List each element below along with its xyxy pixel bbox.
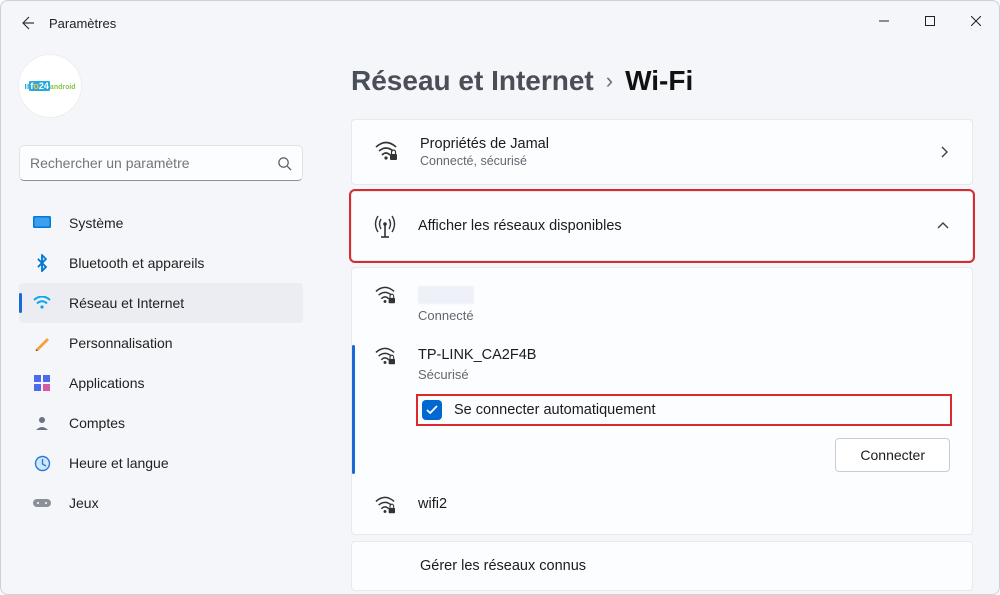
breadcrumb: Réseau et Internet › Wi-Fi (351, 65, 973, 97)
nav-item-gaming[interactable]: Jeux (19, 483, 303, 523)
card-title: Propriétés de Jamal (420, 136, 549, 152)
network-item-tplink[interactable]: TP-LINK_CA2F4B Sécurisé Se connecter aut… (352, 335, 972, 484)
auto-connect-checkbox[interactable] (422, 400, 442, 420)
nav-item-apps[interactable]: Applications (19, 363, 303, 403)
check-icon (426, 405, 438, 415)
arrow-left-icon (19, 15, 35, 31)
nav-label: Comptes (69, 415, 125, 431)
nav-item-bluetooth[interactable]: Bluetooth et appareils (19, 243, 303, 283)
network-status: Connecté (418, 308, 950, 323)
search-box[interactable] (19, 145, 303, 181)
nav-label: Réseau et Internet (69, 295, 184, 311)
wifi-secure-icon (374, 286, 396, 306)
available-networks-card[interactable]: Afficher les réseaux disponibles (351, 191, 973, 261)
apps-icon (33, 374, 51, 392)
card-title: Afficher les réseaux disponibles (418, 218, 622, 234)
nav-label: Personnalisation (69, 335, 173, 351)
wifi-secure-icon (374, 347, 396, 367)
settings-window: Paramètres ııfo24android (0, 0, 1000, 595)
auto-connect-label: Se connecter automatiquement (454, 402, 656, 418)
avatar: ııfo24android (19, 55, 81, 117)
nav-item-network[interactable]: Réseau et Internet (19, 283, 303, 323)
card-subtitle: Connecté, sécurisé (420, 154, 549, 168)
maximize-button[interactable] (907, 1, 953, 41)
known-networks-card[interactable]: Gérer les réseaux connus (351, 541, 973, 591)
close-button[interactable] (953, 1, 999, 41)
nav-item-accounts[interactable]: Comptes (19, 403, 303, 443)
window-title: Paramètres (49, 16, 116, 31)
wifi-secure-icon (374, 496, 396, 516)
network-name-redacted (418, 286, 474, 304)
network-name: wifi2 (418, 496, 950, 512)
brush-icon (33, 334, 51, 352)
minimize-button[interactable] (861, 1, 907, 41)
wifi-icon (33, 294, 51, 312)
nav-item-time-language[interactable]: Heure et langue (19, 443, 303, 483)
main-content: Réseau et Internet › Wi-Fi Propriétés de… (321, 45, 999, 594)
wifi-properties-card[interactable]: Propriétés de Jamal Connecté, sécurisé (351, 119, 973, 185)
network-status: Sécurisé (418, 367, 950, 382)
card-title: Gérer les réseaux connus (420, 558, 586, 574)
nav-item-system[interactable]: Système (19, 203, 303, 243)
system-icon (33, 214, 51, 232)
networks-list: Connecté TP-LINK_CA2F4B Sécurisé (351, 267, 973, 535)
chevron-up-icon (936, 221, 950, 231)
back-button[interactable] (11, 7, 43, 39)
clock-globe-icon (33, 454, 51, 472)
window-controls (861, 1, 999, 41)
nav-list: Système Bluetooth et appareils Réseau et… (19, 203, 303, 523)
search-icon (277, 156, 292, 171)
bluetooth-icon (33, 254, 51, 272)
breadcrumb-parent[interactable]: Réseau et Internet (351, 65, 594, 97)
nav-label: Bluetooth et appareils (69, 255, 204, 271)
chevron-right-icon (938, 145, 950, 159)
nav-item-personalization[interactable]: Personnalisation (19, 323, 303, 363)
wifi-secure-icon (374, 141, 398, 163)
network-name: TP-LINK_CA2F4B (418, 347, 950, 363)
avatar-image: ııfo24android (24, 81, 75, 91)
network-item-connected[interactable]: Connecté (352, 274, 972, 335)
network-item-wifi2[interactable]: wifi2 (352, 484, 972, 528)
connect-button[interactable]: Connecter (835, 438, 950, 472)
breadcrumb-current: Wi-Fi (625, 65, 693, 97)
auto-connect-row[interactable]: Se connecter automatiquement (418, 396, 950, 424)
chevron-right-icon: › (606, 68, 613, 94)
titlebar: Paramètres (1, 1, 999, 45)
search-input[interactable] (30, 155, 277, 171)
gamepad-icon (33, 494, 51, 512)
nav-label: Applications (69, 375, 145, 391)
nav-label: Heure et langue (69, 455, 169, 471)
nav-label: Jeux (69, 495, 99, 511)
sidebar: ııfo24android Système Bluetooth et appar… (1, 45, 321, 594)
person-icon (33, 414, 51, 432)
nav-label: Système (69, 215, 123, 231)
user-avatar-row[interactable]: ııfo24android (19, 45, 303, 135)
antenna-icon (374, 214, 396, 238)
